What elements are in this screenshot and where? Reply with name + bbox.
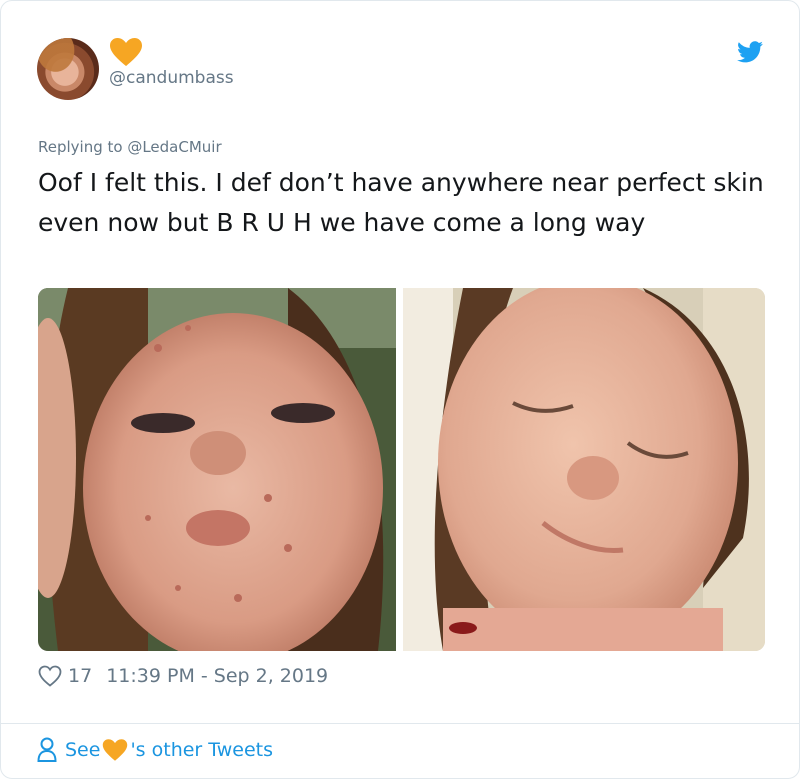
other-tweets-label: 's other Tweets [130, 739, 273, 761]
tweet-timestamp[interactable]: 11:39 PM - Sep 2, 2019 [106, 665, 328, 687]
see-other-tweets-link[interactable]: See 's other Tweets [37, 737, 273, 763]
see-label: See [65, 739, 101, 761]
divider [1, 723, 799, 724]
replying-prefix: Replying to [38, 138, 128, 156]
heart-icon [110, 38, 142, 66]
tweet-card: @candumbass Replying to @LedaCMuir Oof I… [0, 0, 800, 779]
heart-icon [103, 739, 128, 761]
before-photo[interactable] [38, 288, 396, 651]
replying-to: Replying to @LedaCMuir [38, 138, 222, 156]
tweet-meta: 17 11:39 PM - Sep 2, 2019 [38, 665, 328, 687]
avatar[interactable] [37, 38, 99, 100]
like-count: 17 [68, 665, 93, 687]
twitter-bird-icon[interactable] [737, 41, 763, 63]
person-icon [37, 737, 57, 762]
after-photo[interactable] [403, 288, 765, 651]
like-icon[interactable] [38, 665, 62, 687]
reply-mention-link[interactable]: @LedaCMuir [127, 138, 221, 156]
user-handle[interactable]: @candumbass [109, 68, 234, 88]
tweet-text: Oof I felt this. I def don’t have anywhe… [38, 168, 764, 237]
